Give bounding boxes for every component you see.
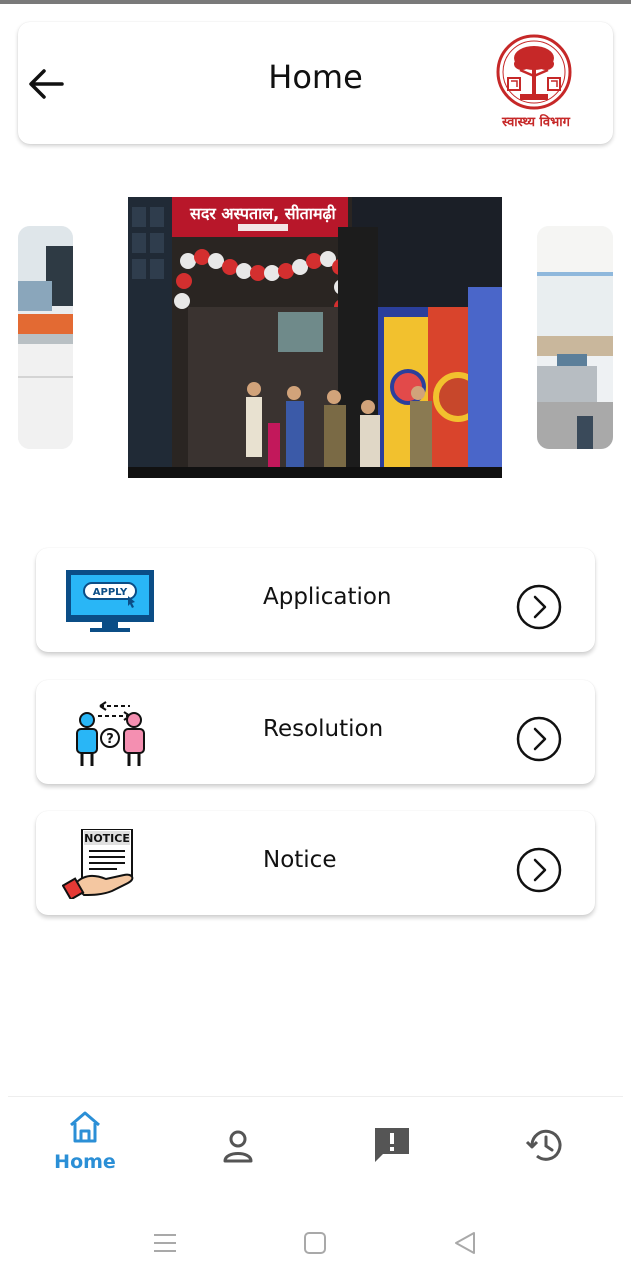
carousel-slide-next[interactable] (537, 226, 613, 449)
chevron-right-icon[interactable] (516, 584, 562, 630)
resolution-people-icon: ? (62, 698, 162, 768)
nav-feedback[interactable] (347, 1107, 437, 1197)
menu-item-notice[interactable]: NOTICE Notice (36, 811, 595, 915)
logo-caption: स्वास्थ्य विभाग (502, 115, 570, 130)
menu-item-label: Resolution (263, 716, 384, 742)
health-department-logo: स्वास्थ्य विभाग (494, 34, 578, 134)
back-triangle-icon[interactable] (452, 1230, 478, 1256)
svg-text:APPLY: APPLY (93, 587, 128, 598)
nav-profile[interactable] (193, 1107, 283, 1197)
bottom-navigation: Home (8, 1096, 623, 1203)
nav-history[interactable] (500, 1107, 590, 1197)
menu-item-label: Notice (263, 847, 337, 873)
menu-lines-icon[interactable] (152, 1232, 178, 1254)
menu-item-application[interactable]: APPLY Application (36, 548, 595, 652)
status-bar-line (0, 0, 631, 4)
system-navigation-bar (0, 1205, 631, 1280)
carousel-slide-previous[interactable] (18, 226, 73, 449)
menu-item-resolution[interactable]: ? Resolution (36, 680, 595, 784)
feedback-icon (375, 1128, 409, 1162)
notice-board-icon: NOTICE (61, 828, 162, 901)
home-square-icon[interactable] (303, 1231, 327, 1255)
chevron-right-icon[interactable] (516, 716, 562, 762)
nav-home-label: Home (54, 1151, 116, 1173)
home-icon (70, 1111, 100, 1143)
carousel-slide-hospital[interactable]: सदर अस्पताल, सीतामढ़ी (128, 197, 502, 478)
menu-item-label: Application (263, 584, 392, 610)
profile-icon (223, 1130, 253, 1163)
chevron-right-icon[interactable] (516, 847, 562, 893)
app-header: Home स्वास्थ्य विभाग (18, 22, 613, 144)
apply-monitor-icon: APPLY (62, 566, 162, 636)
svg-text:सदर अस्पताल, सीतामढ़ी: सदर अस्पताल, सीतामढ़ी (189, 204, 337, 223)
history-icon (525, 1129, 562, 1161)
svg-text:NOTICE: NOTICE (84, 832, 130, 845)
svg-text:?: ? (106, 732, 114, 747)
nav-home[interactable]: Home (40, 1107, 130, 1197)
